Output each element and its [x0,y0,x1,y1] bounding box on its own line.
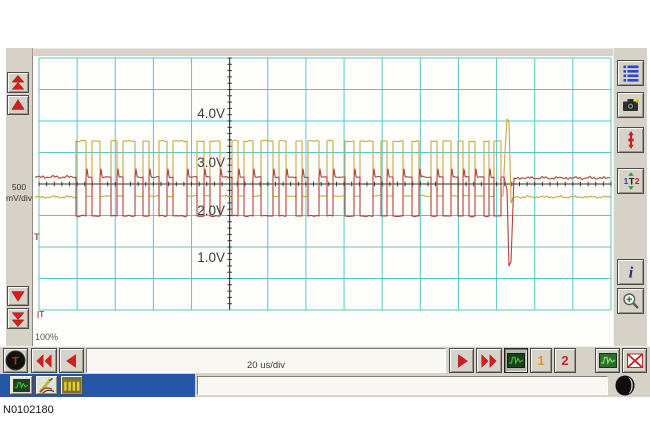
trigger-menu-icon: T [5,350,26,371]
scroll-up-fast-button[interactable] [7,72,29,93]
scroll-down-fast-icon [9,310,27,328]
cells-icon [62,377,81,393]
snapshot-button[interactable] [617,92,644,118]
trigger-menu-button[interactable]: T [3,348,28,373]
trigger-level-marker[interactable]: T [34,232,40,242]
channel-position-button[interactable]: 1 T 2 [617,168,644,194]
scroll-up-fast-icon [9,74,27,92]
left-rail: 500 mV/div [6,48,33,346]
voltage-label-4v: 4.0V [197,106,225,121]
contrast-icon[interactable] [612,374,639,397]
scope-app-icon [12,378,31,393]
voltage-label-1v: 1.0V [197,250,225,265]
info-icon-glyph: i [628,265,633,282]
status-message-field [197,376,608,395]
rewind-button[interactable] [31,348,57,373]
step-back-icon [63,352,81,370]
scope-app-button[interactable] [9,375,33,395]
play-button[interactable] [449,348,474,373]
channel-2-button[interactable]: 2 [554,348,576,373]
scroll-up-button[interactable] [7,95,29,115]
camera-icon [621,95,641,115]
figure-reference: N0102180 [3,404,54,416]
rewind-icon [34,352,54,370]
probes-icon [37,377,56,394]
trigger-level-button[interactable] [617,127,644,153]
channel-position-icon: 1 T 2 [621,171,641,191]
scroll-up-icon [9,97,27,113]
scope-waveform-svg: 4.0V 3.0V 2.0V 1.0V T |T 100% [33,56,614,346]
step-back-button[interactable] [59,348,84,373]
channel-1-label: 1 [537,353,544,368]
voltage-label-2v: 2.0V [197,203,225,218]
zoom-in-icon [621,291,641,311]
scroll-down-button[interactable] [7,286,29,306]
discard-icon [625,351,645,371]
fast-forward-icon [479,352,499,370]
channel-1-button[interactable]: 1 [530,348,552,373]
channel-2-label: 2 [561,353,568,368]
cells-app-button[interactable] [60,375,83,395]
scope-grid-and-traces [35,58,611,310]
controls-row: T 20 us/div 1 2 [0,346,650,375]
zoom-percent-label: 100% [35,332,58,342]
discard-button[interactable] [622,348,647,373]
list-icon [621,63,641,83]
right-rail: 1 T 2 i [613,48,647,346]
scroll-down-fast-button[interactable] [7,308,29,329]
status-bar [0,374,650,397]
info-button[interactable]: i [617,259,644,285]
time-per-div-field[interactable]: 20 us/div [86,348,446,373]
fast-forward-button[interactable] [476,348,502,373]
scope-display-panel: 4.0V 3.0V 2.0V 1.0V T |T 100% [32,56,614,346]
display-options-button[interactable] [617,60,644,86]
trigger-menu-glyph: T [12,355,19,367]
capture-screen-icon [598,351,618,370]
play-icon [453,352,471,370]
zoom-in-button[interactable] [617,288,644,314]
voltage-label-3v: 3.0V [197,155,225,170]
live-display-button[interactable] [504,348,528,373]
oscilloscope-screenshot: { "window": { "figure_ref": "N0102180" }… [0,0,650,426]
info-icon: i [621,262,641,282]
capture-button[interactable] [595,348,620,373]
channel-icon-right-glyph: 2 [634,176,639,186]
probes-app-button[interactable] [35,375,58,395]
trigger-level-icon [621,130,641,150]
scroll-down-icon [9,288,27,304]
trigger-time-marker[interactable]: |T [37,310,44,319]
time-per-div-value: 20 us/div [247,360,285,371]
live-screen-icon [506,351,526,370]
